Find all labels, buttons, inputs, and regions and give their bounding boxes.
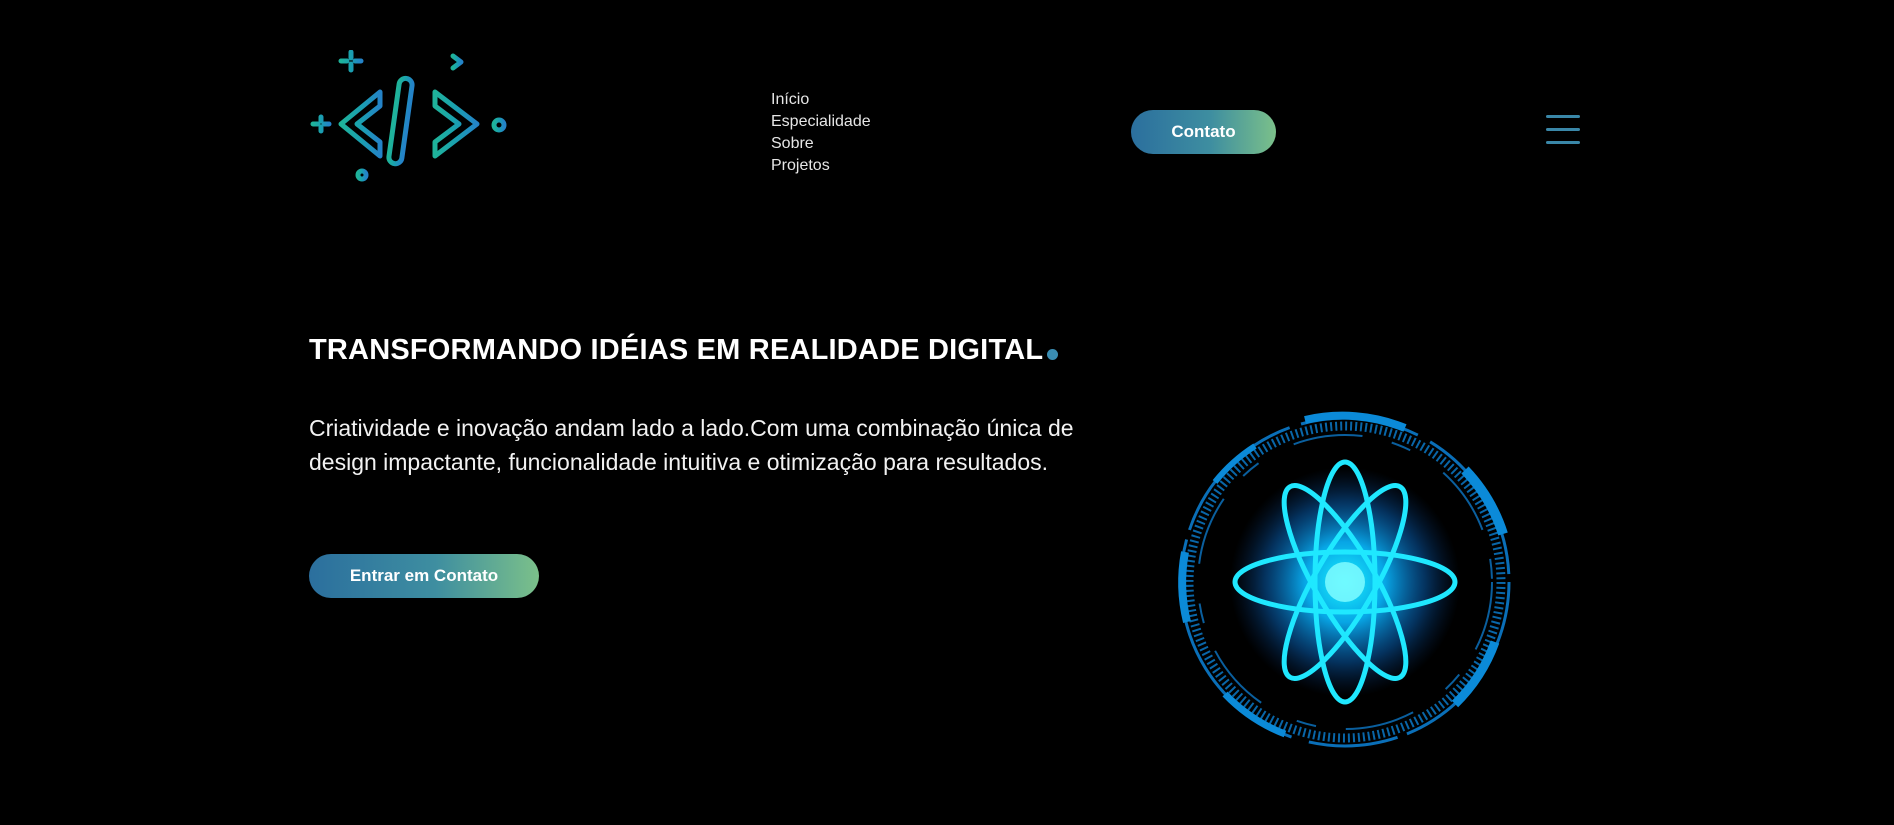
hero-title: TRANSFORMANDO IDÉIAS EM REALIDADE DIGITA… xyxy=(309,334,1059,367)
nav-item-sobre[interactable]: Sobre xyxy=(771,133,871,155)
contact-button[interactable]: Contato xyxy=(1131,110,1276,154)
main-nav: Início Especialidade Sobre Projetos xyxy=(771,89,871,177)
nav-item-inicio[interactable]: Início xyxy=(771,89,871,111)
atom-hud-icon xyxy=(1178,411,1511,748)
code-brackets-logo[interactable] xyxy=(305,50,510,185)
title-dot-icon xyxy=(1047,349,1059,360)
nav-item-especialidade[interactable]: Especialidade xyxy=(771,111,871,133)
landing-page: Início Especialidade Sobre Projetos Cont… xyxy=(0,0,1894,825)
hero-description: Criatividade e inovação andam lado a lad… xyxy=(309,415,1074,475)
hamburger-menu-icon[interactable] xyxy=(1546,115,1580,145)
hero-title-text: TRANSFORMANDO IDÉIAS EM REALIDADE DIGITA… xyxy=(309,334,1044,366)
nav-item-projetos[interactable]: Projetos xyxy=(771,155,871,177)
contact-cta-button[interactable]: Entrar em Contato xyxy=(309,554,539,598)
